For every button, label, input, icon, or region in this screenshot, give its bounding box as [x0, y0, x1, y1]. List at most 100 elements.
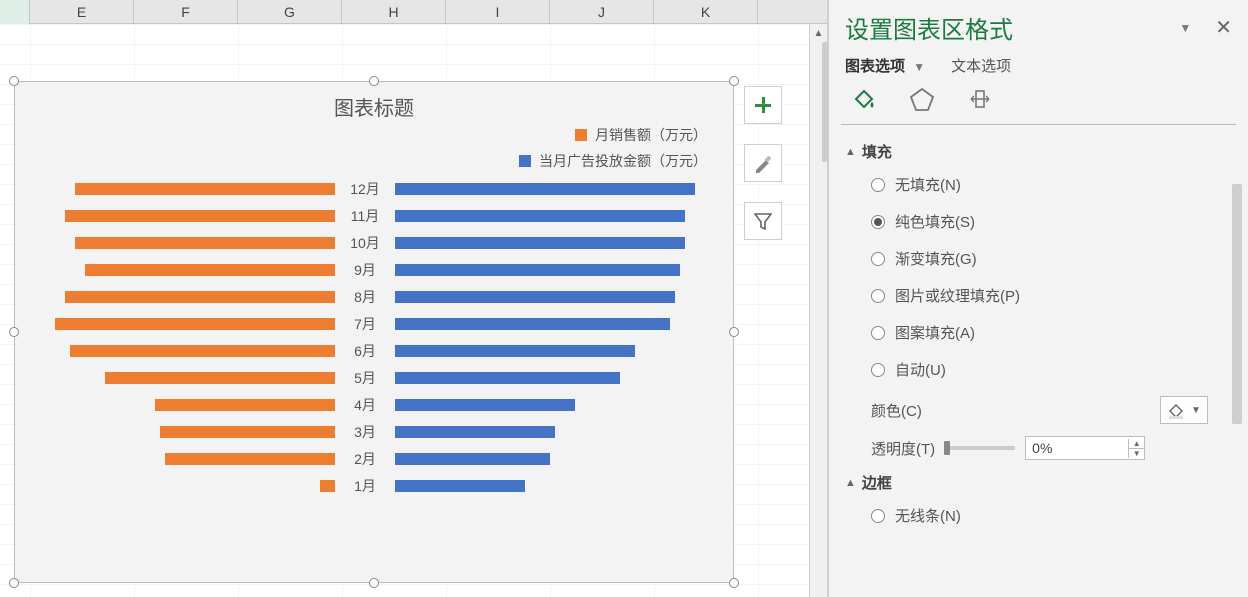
- bar-left-container: [35, 229, 335, 256]
- section-fill-header[interactable]: ▲ 填充: [845, 141, 1238, 162]
- radio-no-line[interactable]: 无线条(N): [871, 505, 1238, 526]
- resize-handle[interactable]: [369, 578, 379, 588]
- radio-solid-fill[interactable]: 纯色填充(S): [871, 211, 1238, 232]
- effects-category-button[interactable]: [907, 84, 937, 114]
- bar-series1[interactable]: [160, 426, 335, 438]
- bar-series2[interactable]: [395, 426, 555, 438]
- column-header[interactable]: K: [654, 0, 758, 24]
- bar-series1[interactable]: [65, 210, 335, 222]
- bar-series1[interactable]: [55, 318, 335, 330]
- divider: [841, 124, 1236, 125]
- bar-series1[interactable]: [165, 453, 335, 465]
- bar-series1[interactable]: [85, 264, 335, 276]
- radio-icon: [871, 215, 885, 229]
- resize-handle[interactable]: [729, 578, 739, 588]
- radio-picture-fill[interactable]: 图片或纹理填充(P): [871, 285, 1238, 306]
- resize-handle[interactable]: [729, 327, 739, 337]
- bar-series1[interactable]: [75, 237, 335, 249]
- bar-series2[interactable]: [395, 372, 620, 384]
- bar-left-container: [35, 337, 335, 364]
- legend-item[interactable]: 月销售额（万元）: [575, 125, 707, 145]
- column-header-blank[interactable]: [0, 0, 30, 24]
- bar-row: 11月: [35, 202, 713, 229]
- bar-series1[interactable]: [155, 399, 335, 411]
- bar-right-container: [395, 337, 695, 364]
- column-header[interactable]: E: [30, 0, 134, 24]
- radio-label: 图案填充(A): [895, 322, 975, 343]
- bar-series2[interactable]: [395, 291, 675, 303]
- bar-series2[interactable]: [395, 453, 550, 465]
- bar-series2[interactable]: [395, 183, 695, 195]
- bar-row: 8月: [35, 283, 713, 310]
- chart-plot-area[interactable]: 12月11月10月9月8月7月6月5月4月3月2月1月: [35, 175, 713, 499]
- bar-right-container: [395, 364, 695, 391]
- fill-line-category-button[interactable]: [849, 84, 879, 114]
- transparency-slider[interactable]: [945, 446, 1015, 450]
- bar-series2[interactable]: [395, 480, 525, 492]
- tab-text-options[interactable]: 文本选项: [951, 55, 1011, 76]
- bar-row: 12月: [35, 175, 713, 202]
- column-header[interactable]: G: [238, 0, 342, 24]
- pane-menu-button[interactable]: ▼: [1179, 21, 1191, 35]
- bar-row: 2月: [35, 445, 713, 472]
- resize-handle[interactable]: [729, 76, 739, 86]
- sheet-vertical-scrollbar[interactable]: ▲: [809, 24, 827, 597]
- bar-left-container: [35, 418, 335, 445]
- chart-title[interactable]: 图表标题: [15, 82, 733, 125]
- bar-series1[interactable]: [320, 480, 335, 492]
- bar-series2[interactable]: [395, 345, 635, 357]
- tab-label: 图表选项: [845, 58, 905, 75]
- resize-handle[interactable]: [9, 578, 19, 588]
- chart-object[interactable]: 图表标题 月销售额（万元） 当月广告投放金额（万元） 12月11月10月9月8月…: [14, 81, 734, 583]
- transparency-input[interactable]: 0% ▲ ▼: [1025, 436, 1145, 460]
- bar-series1[interactable]: [70, 345, 335, 357]
- chart-styles-button[interactable]: [744, 144, 782, 182]
- bar-series1[interactable]: [105, 372, 335, 384]
- pane-close-button[interactable]: ✕: [1215, 15, 1232, 40]
- bar-series2[interactable]: [395, 318, 670, 330]
- column-header[interactable]: I: [446, 0, 550, 24]
- bar-series2[interactable]: [395, 237, 685, 249]
- category-label: 9月: [335, 260, 395, 280]
- resize-handle[interactable]: [9, 327, 19, 337]
- resize-handle[interactable]: [369, 76, 379, 86]
- chart-filter-button[interactable]: [744, 202, 782, 240]
- legend-item[interactable]: 当月广告投放金额（万元）: [519, 151, 707, 171]
- column-header[interactable]: F: [134, 0, 238, 24]
- bar-series2[interactable]: [395, 210, 685, 222]
- radio-no-fill[interactable]: 无填充(N): [871, 174, 1238, 195]
- chart-legend[interactable]: 月销售额（万元） 当月广告投放金额（万元）: [15, 125, 733, 171]
- size-properties-category-button[interactable]: [965, 84, 995, 114]
- bar-row: 1月: [35, 472, 713, 499]
- bar-row: 3月: [35, 418, 713, 445]
- transparency-value: 0%: [1026, 440, 1128, 456]
- pane-header: 设置图表区格式 ▼ ✕: [829, 0, 1248, 49]
- bar-series2[interactable]: [395, 399, 575, 411]
- resize-handle[interactable]: [9, 76, 19, 86]
- spin-down-icon[interactable]: ▼: [1128, 449, 1144, 458]
- bar-series1[interactable]: [75, 183, 335, 195]
- tab-chart-options[interactable]: 图表选项 ▼: [845, 55, 925, 76]
- radio-pattern-fill[interactable]: 图案填充(A): [871, 322, 1238, 343]
- collapse-triangle-icon: ▲: [845, 146, 856, 158]
- chevron-down-icon: ▼: [913, 60, 925, 74]
- section-border-header[interactable]: ▲ 边框: [845, 472, 1238, 493]
- bar-series1[interactable]: [65, 291, 335, 303]
- pane-vertical-scrollbar[interactable]: [1230, 184, 1244, 587]
- plus-icon: [754, 96, 772, 114]
- radio-auto-fill[interactable]: 自动(U): [871, 359, 1238, 380]
- chart-add-element-button[interactable]: [744, 86, 782, 124]
- column-header[interactable]: H: [342, 0, 446, 24]
- sheet-body[interactable]: 图表标题 月销售额（万元） 当月广告投放金额（万元） 12月11月10月9月8月…: [0, 24, 827, 597]
- transparency-field: 透明度(T) 0% ▲ ▼: [853, 430, 1238, 466]
- color-picker-button[interactable]: ▼: [1160, 396, 1208, 424]
- scroll-up-icon[interactable]: ▲: [810, 24, 828, 42]
- bar-left-container: [35, 283, 335, 310]
- bar-series2[interactable]: [395, 264, 680, 276]
- spin-up-icon[interactable]: ▲: [1128, 439, 1144, 449]
- scroll-track[interactable]: [1230, 184, 1244, 587]
- scroll-thumb[interactable]: [1232, 184, 1242, 424]
- column-header[interactable]: J: [550, 0, 654, 24]
- radio-gradient-fill[interactable]: 渐变填充(G): [871, 248, 1238, 269]
- spinner[interactable]: ▲ ▼: [1128, 439, 1144, 458]
